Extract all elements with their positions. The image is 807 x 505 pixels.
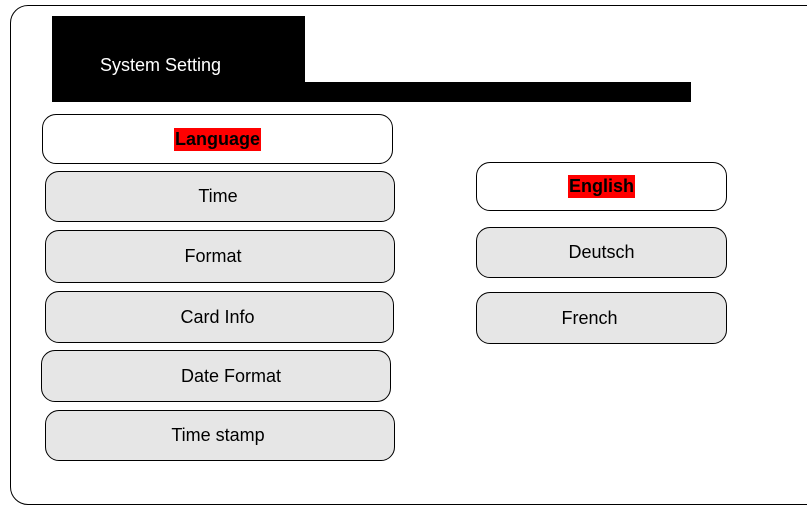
menu-time-label: Time xyxy=(198,186,238,206)
menu-language-button[interactable]: Language xyxy=(42,114,393,164)
language-deutsch-label: Deutsch xyxy=(568,242,635,262)
language-deutsch-button[interactable]: Deutsch xyxy=(476,227,727,278)
language-english-button[interactable]: English xyxy=(476,162,727,211)
menu-date-format-button[interactable]: Date Format xyxy=(41,350,391,402)
menu-time-button[interactable]: Time xyxy=(45,171,395,222)
menu-format-label: Format xyxy=(184,246,242,266)
menu-card-info-button[interactable]: Card Info xyxy=(45,291,394,343)
menu-language-label: Language xyxy=(173,127,261,151)
language-french-label: French xyxy=(561,307,618,328)
menu-card-info-label: Card Info xyxy=(180,306,255,327)
title-bar xyxy=(52,82,691,102)
menu-time-stamp-button[interactable]: Time stamp xyxy=(45,410,395,461)
menu-format-button[interactable]: Format xyxy=(45,230,395,283)
language-french-button[interactable]: French xyxy=(476,292,727,344)
menu-time-stamp-label: Time stamp xyxy=(171,425,265,445)
language-english-label: English xyxy=(567,175,635,198)
page-title: System Setting xyxy=(100,55,222,75)
menu-date-format-label: Date Format xyxy=(180,365,282,386)
